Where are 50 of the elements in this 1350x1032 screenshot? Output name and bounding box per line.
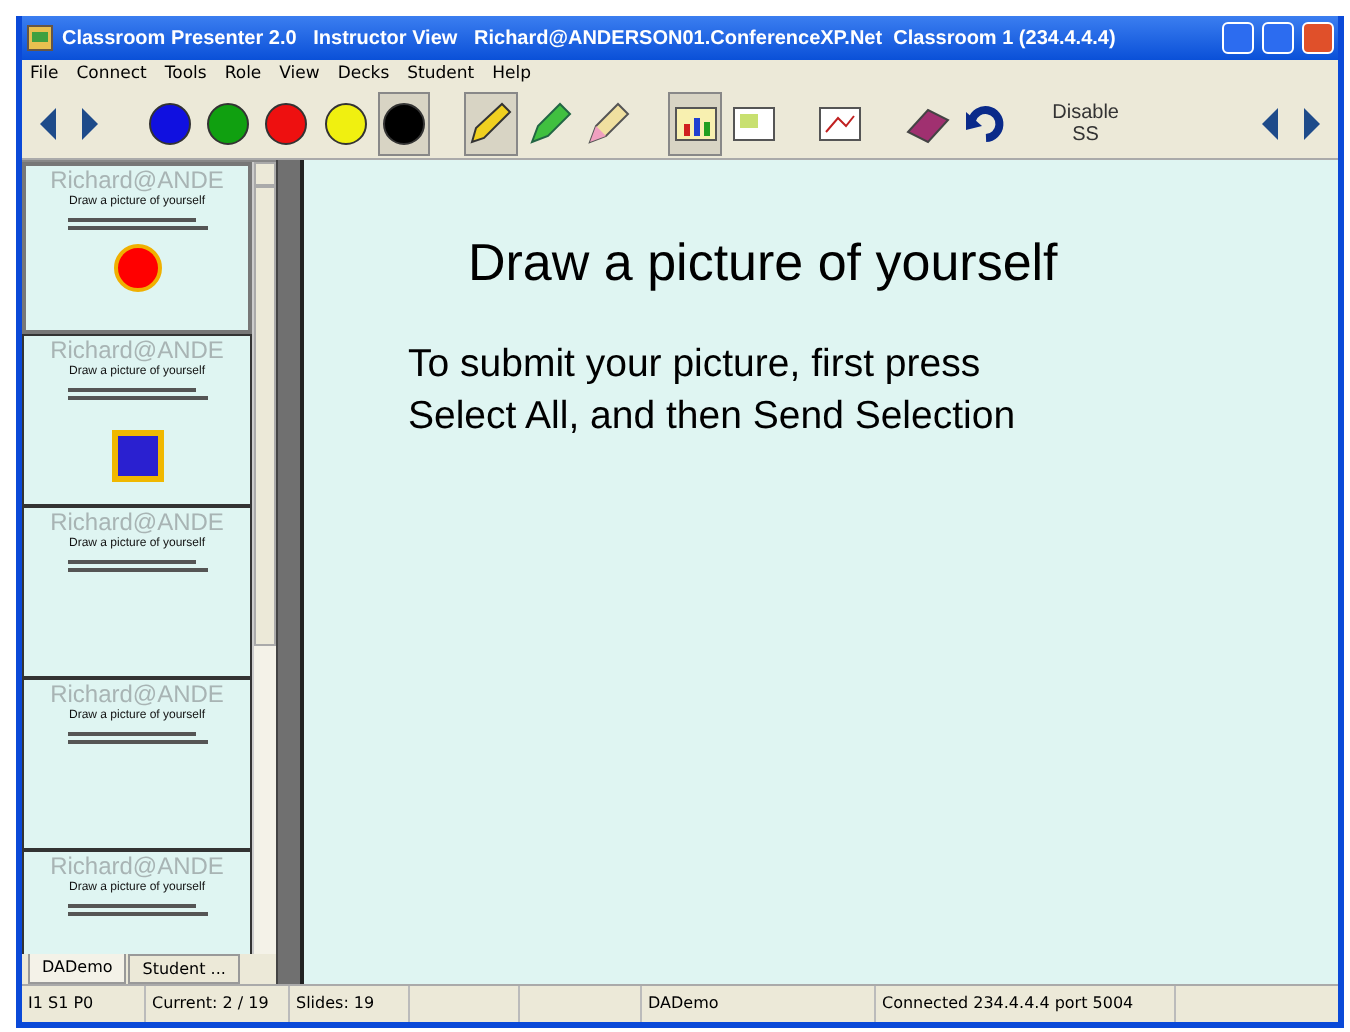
tool-button[interactable] [668,91,722,155]
slide-title: Draw a picture of yourself [468,232,1060,294]
undo-icon [965,103,1006,143]
menu-item[interactable]: File [30,64,59,84]
watermark: Richard@ANDE [50,168,224,194]
eraser-icon [903,103,952,143]
left-arrow-icon [1259,107,1280,139]
menu-item[interactable]: Tools [164,64,207,84]
deck-tab[interactable]: Student ... [128,954,240,984]
right-arrow-icon [80,107,101,139]
minimize-button[interactable] [1222,22,1254,54]
right-arrow-icon [1301,107,1322,139]
window-title: Classroom Presenter 2.0 Instructor View Richard@ANDERSON01.ConferenceXP.Net Classroom 1 (234.4.4.4) [62,27,1118,49]
menu-item[interactable]: Student [407,64,475,84]
status-pane: I1 S1 P0 [22,986,146,1022]
circle-drawing [113,244,161,292]
watermark: Richard@ANDE [50,682,224,708]
status-pane: Connected 234.4.4.4 port 5004 [876,986,1176,1022]
text-lines-icon [67,730,207,746]
text-lines-icon [67,216,207,232]
menu-item[interactable]: Role [224,64,262,84]
menu-item[interactable]: Decks [337,64,390,84]
close-button[interactable] [1302,22,1334,54]
text-lines-icon [67,558,207,574]
app-icon [26,24,54,52]
watermark: Richard@ANDE [50,854,224,880]
status-pane: Slides: 19 [290,986,410,1022]
left-arrow-icon [38,107,59,139]
pencil-eraser-icon [584,99,633,147]
watermark: Richard@ANDE [50,338,224,364]
tool-button[interactable] [464,91,518,155]
status-pane: DADemo [642,986,876,1022]
slide-icon [731,105,776,141]
square-drawing [111,430,163,482]
text-lines-icon [67,902,207,918]
slide-chart-icon [673,105,718,141]
slide-body: To submit your picture, first press Select All, and then Send Selection [408,340,1018,442]
tool-button[interactable] [377,91,431,155]
menu-item[interactable]: Connect [76,64,147,84]
maximize-button[interactable] [1262,22,1294,54]
menu-item[interactable]: View [279,64,320,84]
watermark: Richard@ANDE [50,510,224,536]
scrollbar[interactable] [252,162,276,954]
deck-tab[interactable]: DADemo [28,954,127,984]
text-lines-icon [67,386,207,402]
highlighter-icon [525,99,574,147]
pencil-icon [466,99,515,147]
ink-slide-icon [818,105,863,141]
status-pane: Current: 2 / 19 [146,986,290,1022]
menu-item[interactable]: Help [492,64,532,84]
